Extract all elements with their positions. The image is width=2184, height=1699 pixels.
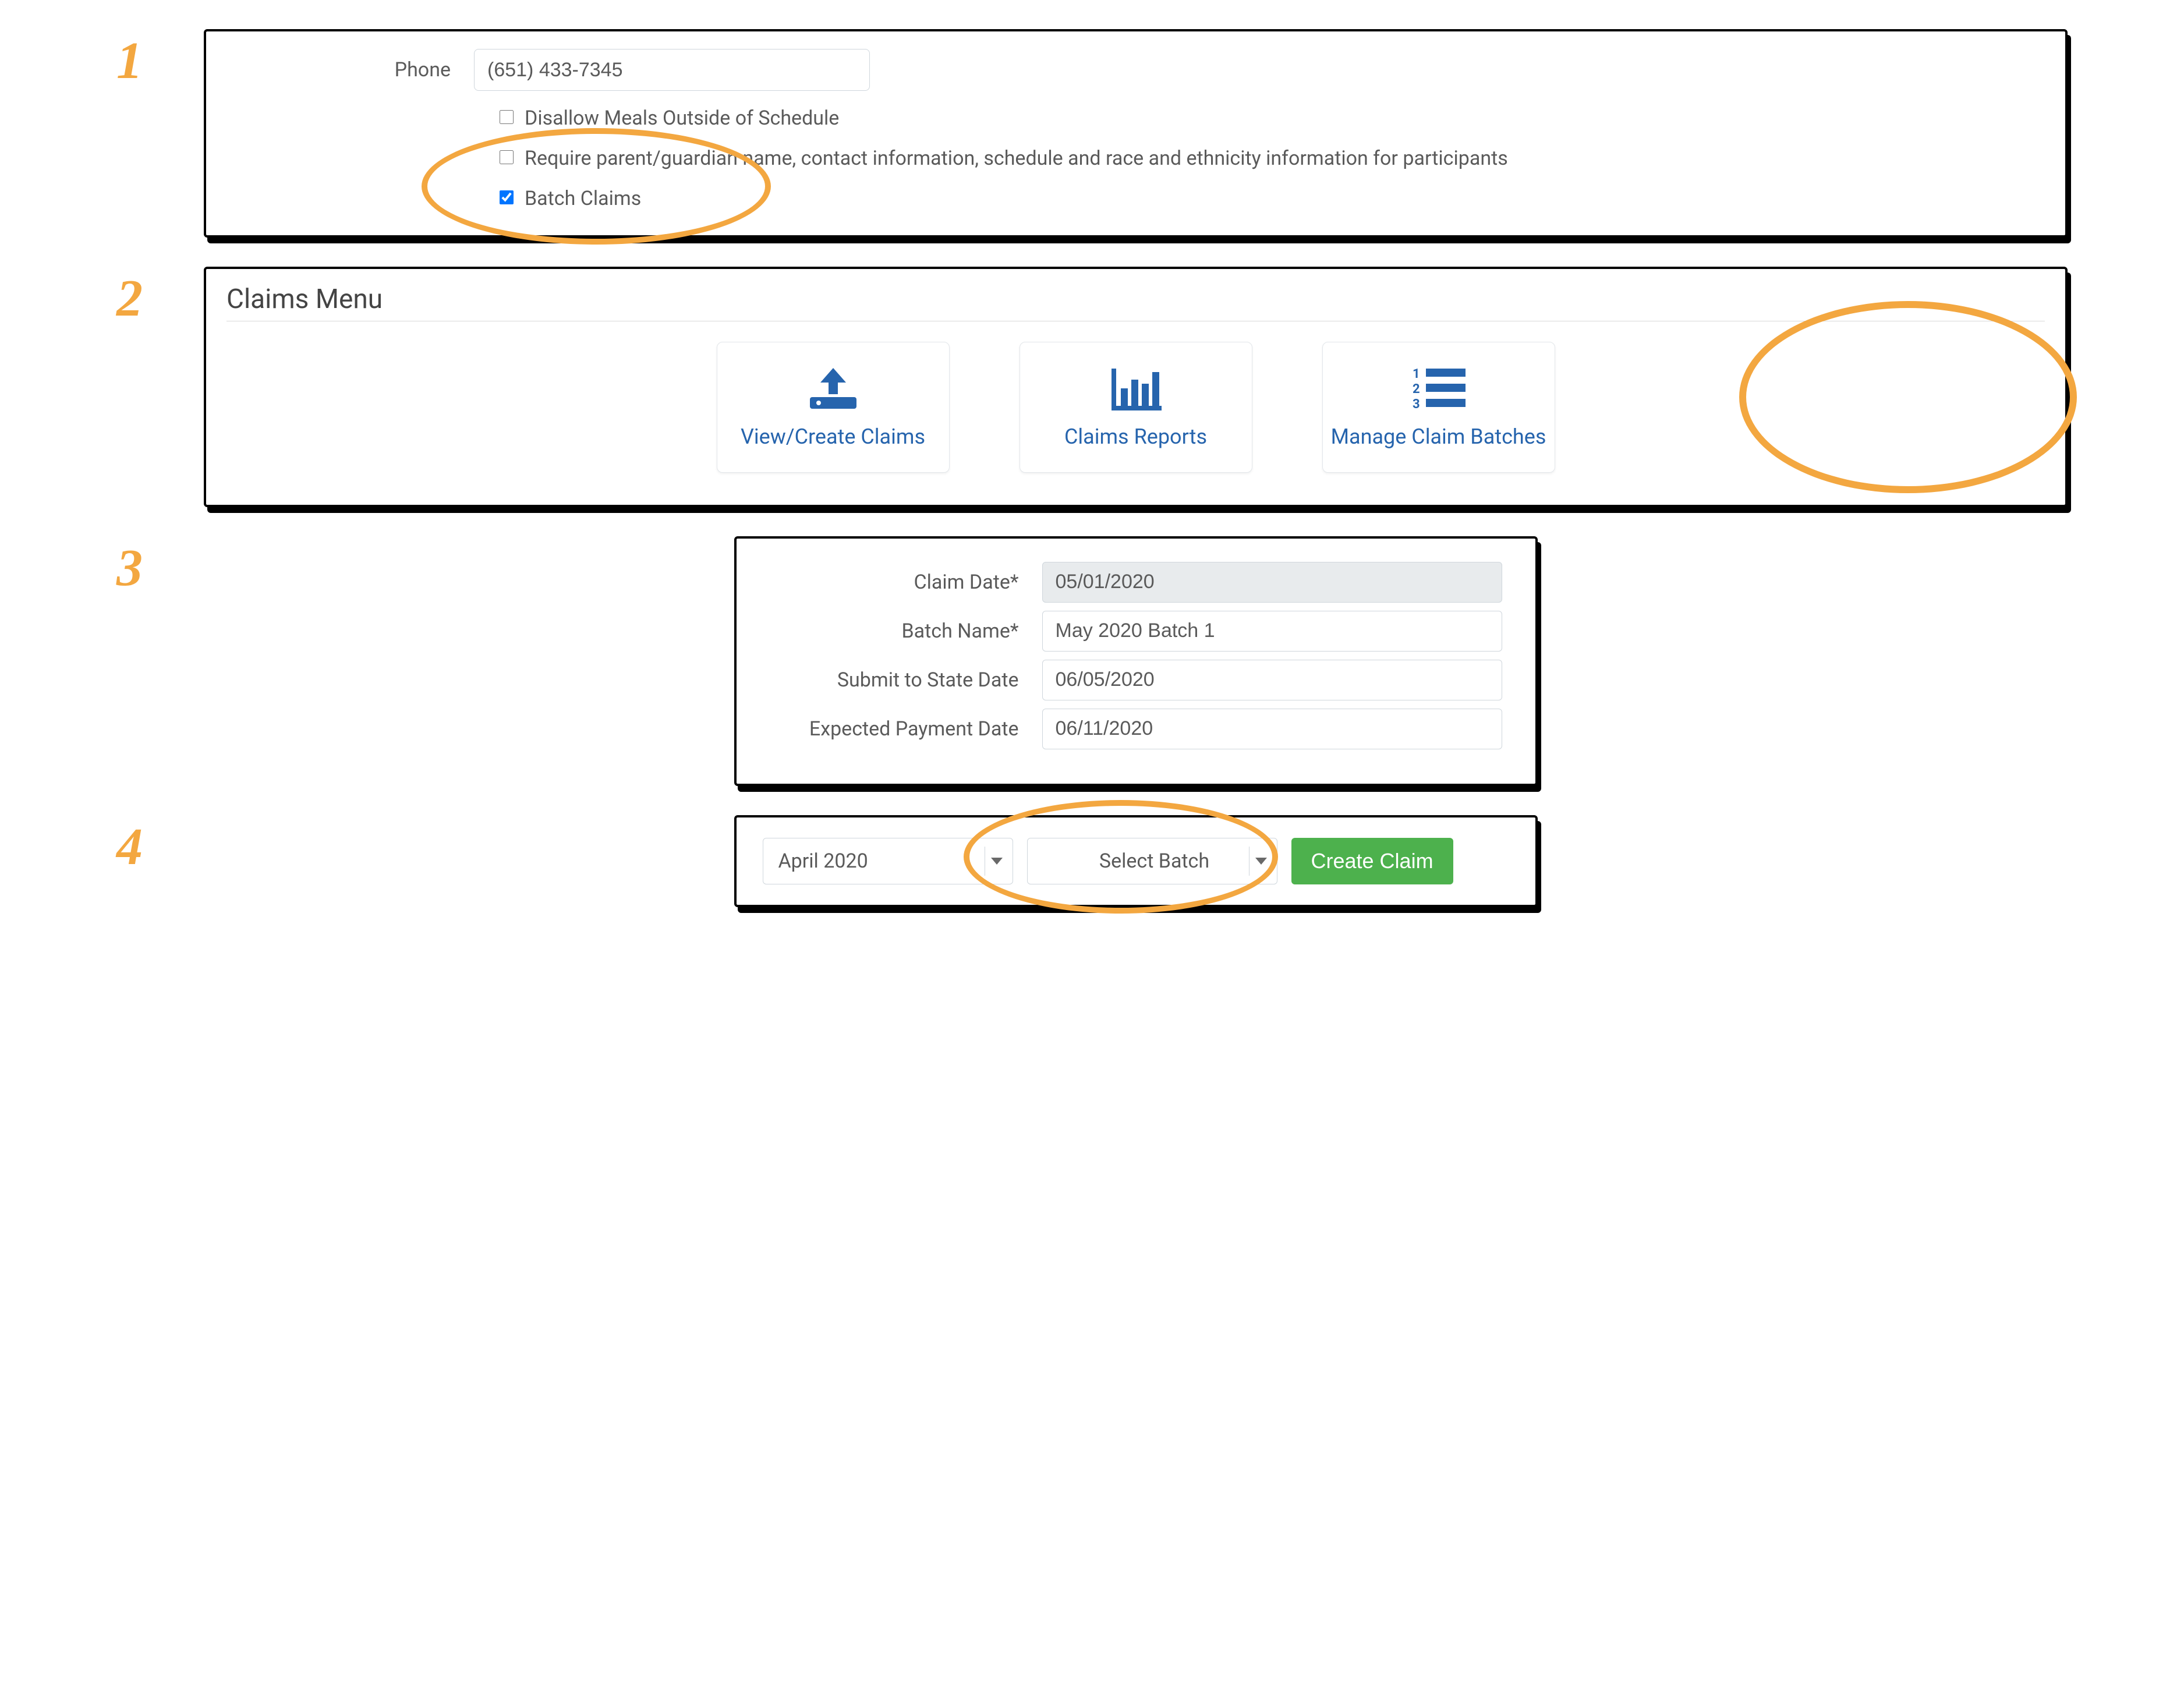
batch-claims-checkbox[interactable] xyxy=(500,190,514,204)
numbered-list-icon: 1 2 3 xyxy=(1410,365,1468,414)
claims-menu-title: Claims Menu xyxy=(226,284,2045,315)
require-parent-checkbox[interactable] xyxy=(500,150,514,164)
batch-form-panel: Claim Date* Batch Name* Submit to State … xyxy=(734,536,1538,786)
svg-text:2: 2 xyxy=(1413,382,1420,397)
claim-date-label: Claim Date* xyxy=(763,571,1042,594)
batch-name-input[interactable] xyxy=(1042,611,1502,652)
batch-select-value: Select Batch xyxy=(1099,850,1209,873)
batch-claims-row[interactable]: Batch Claims xyxy=(497,186,2042,211)
disallow-meals-label: Disallow Meals Outside of Schedule xyxy=(525,105,839,131)
settings-panel: Phone Disallow Meals Outside of Schedule… xyxy=(204,29,2068,238)
chevron-down-icon xyxy=(1249,847,1266,876)
svg-text:1: 1 xyxy=(1413,367,1420,381)
submit-date-label: Submit to State Date xyxy=(763,668,1042,692)
create-claim-button[interactable]: Create Claim xyxy=(1291,838,1453,884)
claim-date-input[interactable] xyxy=(1042,562,1502,603)
tile-label: View/Create Claims xyxy=(741,424,925,449)
batch-name-label: Batch Name* xyxy=(763,620,1042,643)
require-parent-label: Require parent/guardian name, contact in… xyxy=(525,146,1508,171)
create-claim-bar: April 2020 Select Batch Create Claim xyxy=(734,815,1538,907)
month-select[interactable]: April 2020 xyxy=(763,838,1013,884)
phone-input[interactable] xyxy=(474,49,870,91)
require-parent-row[interactable]: Require parent/guardian name, contact in… xyxy=(497,146,2042,171)
chevron-down-icon xyxy=(985,847,1002,876)
manage-claim-batches-button[interactable]: 1 2 3 Manage Claim Batches xyxy=(1322,342,1555,473)
bar-chart-icon xyxy=(1107,365,1165,414)
claims-menu-panel: Claims Menu View/Create Claims xyxy=(204,267,2068,507)
step-badge-3: 3 xyxy=(116,542,204,594)
claims-reports-button[interactable]: Claims Reports xyxy=(1020,342,1252,473)
step-badge-1: 1 xyxy=(116,35,204,87)
submit-date-input[interactable] xyxy=(1042,660,1502,700)
tile-label: Claims Reports xyxy=(1064,424,1207,449)
view-create-claims-button[interactable]: View/Create Claims xyxy=(717,342,950,473)
batch-select[interactable]: Select Batch xyxy=(1027,838,1277,884)
phone-label: Phone xyxy=(229,58,474,82)
svg-text:3: 3 xyxy=(1413,397,1420,412)
tile-label: Manage Claim Batches xyxy=(1331,424,1546,449)
disallow-meals-row[interactable]: Disallow Meals Outside of Schedule xyxy=(497,105,2042,131)
step-badge-2: 2 xyxy=(116,272,204,325)
upload-icon xyxy=(804,365,862,414)
expected-payment-input[interactable] xyxy=(1042,709,1502,749)
expected-payment-label: Expected Payment Date xyxy=(763,717,1042,741)
disallow-meals-checkbox[interactable] xyxy=(500,110,514,124)
month-select-value: April 2020 xyxy=(778,850,868,873)
batch-claims-label: Batch Claims xyxy=(525,186,641,211)
step-badge-4: 4 xyxy=(116,821,204,873)
